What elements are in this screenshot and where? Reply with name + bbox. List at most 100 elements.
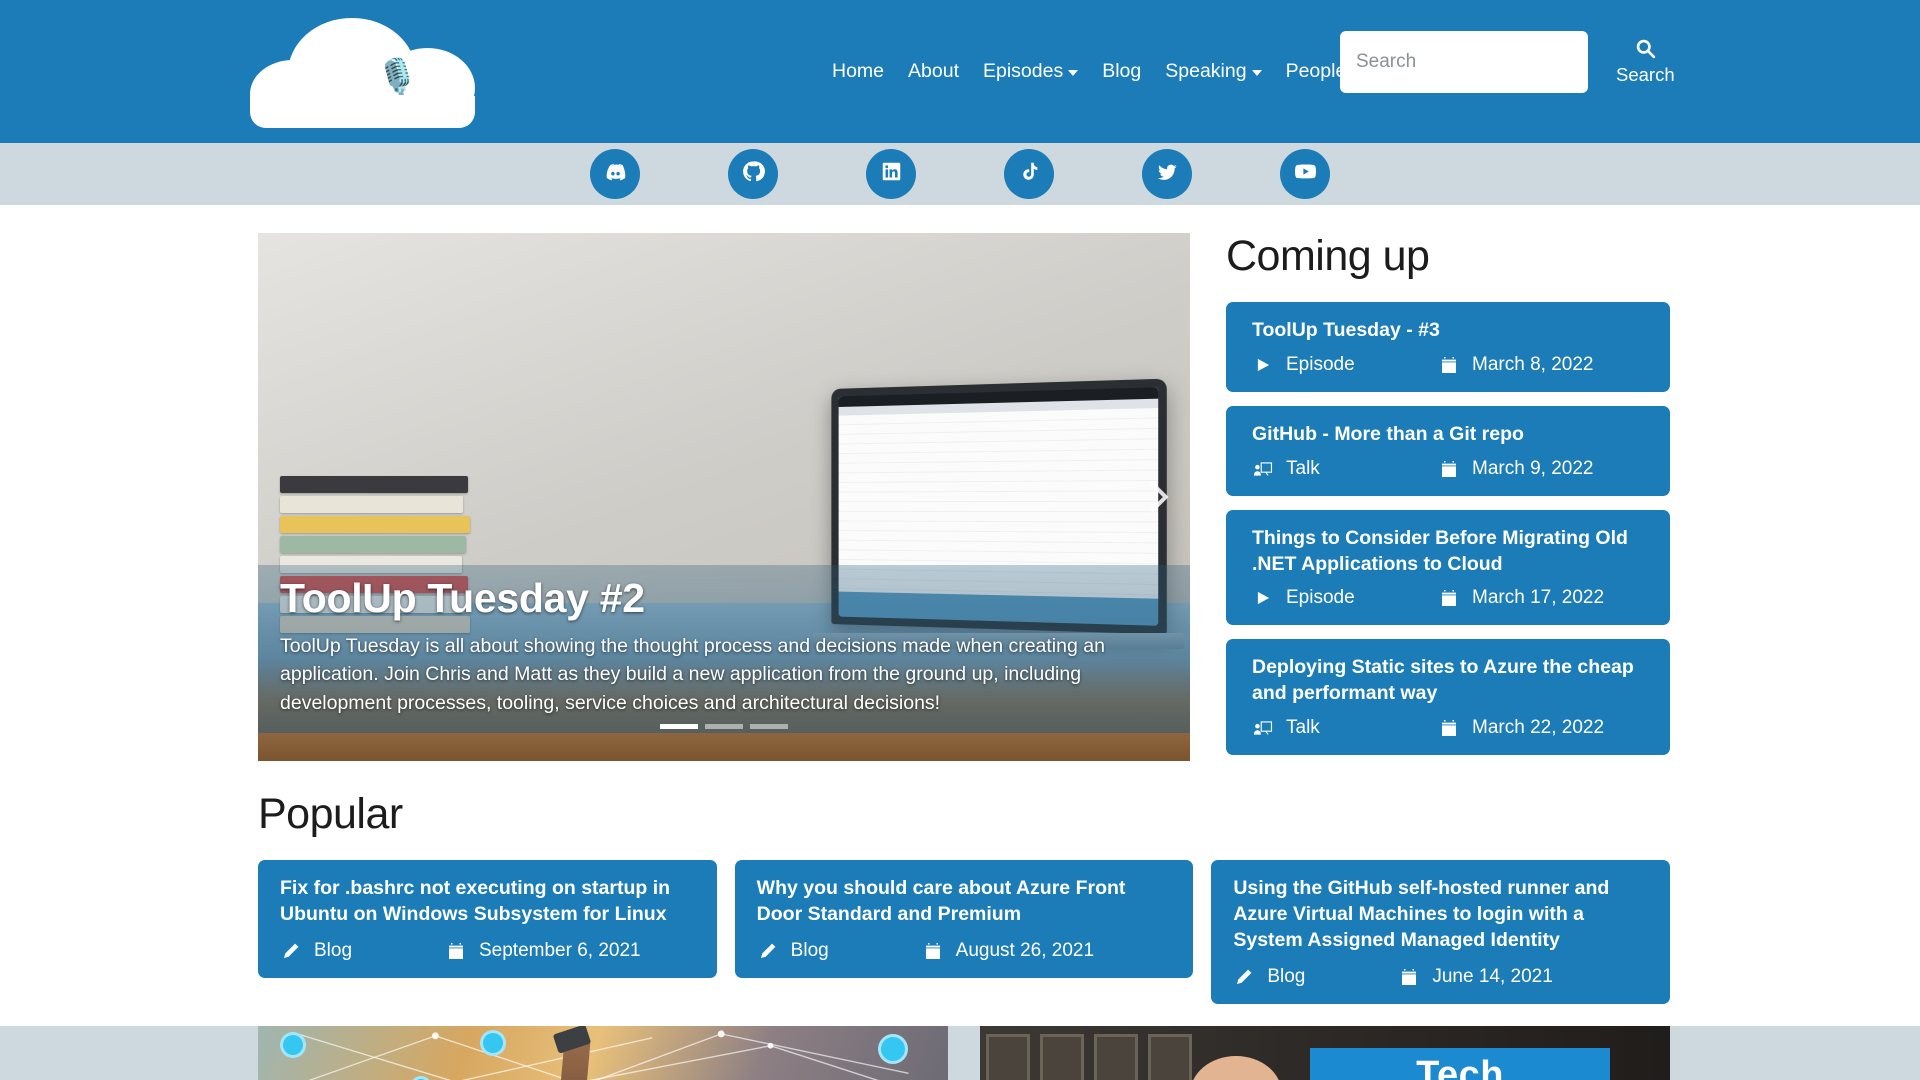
pencil-icon [757, 943, 779, 959]
social-link-youtube[interactable] [1280, 149, 1330, 199]
social-link-discord[interactable] [590, 149, 640, 199]
video-thumbnail-strip: Tech [0, 1025, 1920, 1080]
carousel-indicator-3[interactable] [750, 724, 788, 729]
calendar-icon [922, 942, 944, 959]
nav-item-home[interactable]: Home [820, 54, 896, 89]
carousel-indicators [258, 724, 1190, 729]
card-meta: Talk March 22, 2022 [1252, 717, 1648, 739]
tech-video-thumbnail[interactable]: Tech [980, 1025, 1670, 1080]
nav-item-about[interactable]: About [896, 54, 971, 89]
youtube-icon [1294, 160, 1317, 188]
calendar-icon [445, 942, 467, 959]
hero-row: ToolUp Tuesday #2 ToolUp Tuesday is all … [0, 205, 1920, 769]
nav-item-speaking[interactable]: Speaking [1153, 54, 1273, 89]
popular-card[interactable]: Fix for .bashrc not executing on startup… [258, 860, 717, 978]
play-icon [1252, 590, 1274, 606]
social-link-twitter[interactable] [1142, 149, 1192, 199]
calendar-icon [1438, 460, 1460, 477]
tech-overlay-badge: Tech [1310, 1047, 1610, 1080]
carousel-indicator-2[interactable] [705, 724, 743, 729]
phone-node-icon [878, 1033, 908, 1064]
calendar-icon [1438, 590, 1460, 607]
card-meta: Episode March 17, 2022 [1252, 587, 1648, 609]
card-meta: Talk March 9, 2022 [1252, 458, 1648, 480]
chevron-down-icon [1251, 70, 1262, 76]
card-date: March 9, 2022 [1472, 457, 1594, 479]
main-content: ToolUp Tuesday #2 ToolUp Tuesday is all … [0, 205, 1920, 1080]
calendar-icon [1438, 357, 1460, 374]
card-title: Fix for .bashrc not executing on startup… [280, 877, 671, 925]
nav-item-episodes[interactable]: Episodes [971, 54, 1090, 89]
presentation-icon [1252, 461, 1274, 477]
popular-card[interactable]: Using the GitHub self-hosted runner and … [1211, 860, 1671, 1004]
calendar-icon [1398, 968, 1420, 985]
popular-card[interactable]: Why you should care about Azure Front Do… [734, 860, 1194, 978]
popular-heading: Popular [258, 789, 403, 838]
card-date: March 22, 2022 [1472, 716, 1605, 738]
nav-label: About [908, 60, 959, 82]
coming-up-card[interactable]: Deploying Static sites to Azure the chea… [1226, 639, 1670, 755]
card-title: Using the GitHub self-hosted runner and … [1233, 877, 1610, 951]
pencil-icon [1233, 969, 1255, 985]
carousel-caption: ToolUp Tuesday #2 ToolUp Tuesday is all … [258, 565, 1190, 733]
social-links-bar [0, 143, 1920, 205]
carousel-next-button[interactable] [1122, 233, 1184, 761]
picture-frames-decor [986, 1033, 1192, 1080]
node-icon [480, 1029, 506, 1056]
network-lines-decor [297, 1030, 909, 1080]
card-type: Blog [1267, 965, 1306, 987]
site-logo[interactable]: 🎙️ [250, 8, 475, 128]
play-icon [1252, 357, 1274, 373]
featured-carousel[interactable]: ToolUp Tuesday #2 ToolUp Tuesday is all … [258, 233, 1190, 761]
card-title: Deploying Static sites to Azure the chea… [1252, 656, 1634, 704]
card-title: Things to Consider Before Migrating Old … [1252, 526, 1628, 575]
search-button[interactable]: Search [1616, 38, 1675, 86]
coming-up-section: Coming up ToolUp Tuesday - #3 Episode Ma… [1208, 232, 1670, 769]
coming-up-card[interactable]: ToolUp Tuesday - #3 Episode March 8, 202… [1226, 302, 1670, 393]
social-link-github[interactable] [728, 149, 778, 199]
nav-label: Speaking [1165, 60, 1247, 82]
nav-label: Blog [1102, 60, 1142, 82]
nav-label: Home [832, 60, 885, 82]
card-type: Talk [1286, 716, 1320, 738]
nav-label: People [1285, 60, 1347, 82]
search-icon [1635, 38, 1656, 62]
carousel-indicator-1[interactable] [660, 724, 698, 729]
coming-up-heading: Coming up [1226, 232, 1430, 280]
microphone-icon: 🎙️ [376, 58, 419, 96]
card-type: Talk [1286, 457, 1320, 479]
search-input[interactable] [1340, 31, 1588, 93]
person-decor [1190, 1055, 1282, 1080]
coming-up-card[interactable]: GitHub - More than a Git repo Talk March… [1226, 406, 1670, 496]
tech-overlay-text: Tech [1416, 1054, 1504, 1080]
network-connectivity-thumbnail[interactable] [258, 1025, 948, 1080]
social-link-linkedin[interactable] [866, 149, 916, 199]
card-date: March 17, 2022 [1472, 587, 1605, 609]
social-link-tiktok[interactable] [1004, 149, 1054, 199]
card-date: August 26, 2021 [955, 939, 1095, 961]
card-date: June 14, 2021 [1432, 965, 1553, 987]
card-type: Episode [1286, 587, 1355, 609]
coming-up-card[interactable]: Things to Consider Before Migrating Old … [1226, 509, 1670, 626]
card-type: Blog [790, 939, 829, 961]
card-type: Episode [1286, 354, 1355, 376]
discord-icon [604, 160, 627, 188]
nav-item-blog[interactable]: Blog [1090, 54, 1153, 89]
card-meta: Blog September 6, 2021 [280, 940, 695, 962]
chevron-right-icon [1137, 481, 1169, 513]
popular-section: Popular Fix for .bashrc not executing on… [0, 769, 1920, 1004]
card-meta: Episode March 8, 2022 [1252, 354, 1648, 376]
linkedin-icon [881, 161, 902, 187]
pencil-icon [280, 943, 302, 959]
search-button-label: Search [1616, 64, 1675, 85]
calendar-icon [1438, 719, 1460, 736]
twitter-icon [1156, 161, 1178, 188]
chevron-down-icon [1068, 70, 1079, 76]
presentation-icon [1252, 720, 1274, 736]
popular-card-grid: Fix for .bashrc not executing on startup… [258, 860, 1671, 1004]
tiktok-icon [1019, 161, 1040, 187]
cloud-node-icon [280, 1031, 306, 1058]
search-form: Search [1340, 31, 1675, 93]
carousel-description: ToolUp Tuesday is all about showing the … [280, 635, 1105, 714]
card-meta: Blog August 26, 2021 [757, 940, 1172, 962]
